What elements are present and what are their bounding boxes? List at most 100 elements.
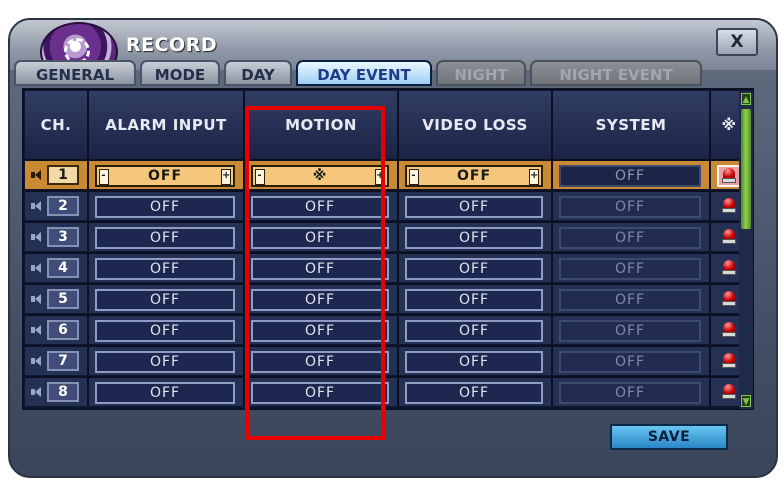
siren-button[interactable] <box>717 165 741 187</box>
system-field: OFF <box>559 351 701 373</box>
scrollbar[interactable]: ▲ ▼ <box>739 91 753 409</box>
speaker-icon <box>31 170 41 180</box>
cell-video-loss: OFF <box>399 190 553 220</box>
channel-number[interactable]: 1 <box>47 165 79 185</box>
cell-alarm-input: OFF <box>89 190 245 220</box>
table-row[interactable]: 3 OFF OFF OFF OFF <box>25 221 753 251</box>
video-loss-field[interactable]: OFF <box>405 227 543 249</box>
alarm-input-field[interactable]: OFF <box>95 351 235 373</box>
siren-icon <box>722 322 736 338</box>
field-value: OFF <box>458 230 490 246</box>
cell-system: OFF <box>553 221 711 251</box>
field-value: OFF <box>458 199 490 215</box>
channel-number[interactable]: 2 <box>47 196 79 216</box>
table-row[interactable]: 6 OFF OFF OFF OFF <box>25 314 753 344</box>
alarm-input-field[interactable]: OFF <box>95 382 235 404</box>
speaker-icon <box>31 325 41 335</box>
cell-video-loss: OFF <box>399 376 553 406</box>
channel-number[interactable]: 5 <box>47 289 79 309</box>
increment-button[interactable]: + <box>529 169 539 185</box>
field-value: OFF <box>149 230 181 246</box>
system-field: OFF <box>559 320 701 342</box>
channel-number[interactable]: 8 <box>47 382 79 402</box>
video-loss-field[interactable]: OFF <box>405 382 543 404</box>
table-row[interactable]: 4 OFF OFF OFF OFF <box>25 252 753 282</box>
video-loss-field[interactable]: OFF <box>405 196 543 218</box>
video-loss-field[interactable]: OFF <box>405 351 543 373</box>
siren-icon <box>722 229 736 245</box>
close-button[interactable]: X <box>716 28 758 56</box>
tab-day[interactable]: DAY <box>224 60 292 86</box>
siren-icon <box>722 168 736 184</box>
field-value: OFF <box>458 385 490 401</box>
tab-general[interactable]: GENERAL <box>14 60 136 86</box>
header-system: SYSTEM <box>553 91 711 159</box>
save-button[interactable]: SAVE <box>610 424 728 450</box>
alarm-input-field[interactable]: OFF - + <box>95 165 235 187</box>
field-value: OFF <box>458 323 490 339</box>
cell-video-loss: OFF <box>399 314 553 344</box>
decrement-button[interactable]: - <box>99 169 109 185</box>
cell-alarm-input: OFF <box>89 314 245 344</box>
field-value: OFF <box>149 199 181 215</box>
cell-alarm-input: OFF <box>89 283 245 313</box>
cell-system: OFF <box>553 345 711 375</box>
field-value: OFF <box>614 230 646 246</box>
cell-ch: 5 <box>25 283 89 313</box>
header-video-loss: VIDEO LOSS <box>399 91 553 159</box>
cell-alarm-input: OFF <box>89 221 245 251</box>
video-loss-field[interactable]: OFF - + <box>405 165 543 187</box>
scroll-thumb[interactable] <box>741 109 751 229</box>
alarm-input-field[interactable]: OFF <box>95 289 235 311</box>
channel-number[interactable]: 3 <box>47 227 79 247</box>
video-loss-field[interactable]: OFF <box>405 258 543 280</box>
video-loss-field[interactable]: OFF <box>405 320 543 342</box>
speaker-icon <box>31 232 41 242</box>
decrement-button[interactable]: - <box>409 169 419 185</box>
cell-alarm-input: OFF - + <box>89 159 245 189</box>
field-value: OFF <box>614 385 646 401</box>
increment-button[interactable]: + <box>221 169 231 185</box>
cell-video-loss: OFF <box>399 345 553 375</box>
cell-alarm-input: OFF <box>89 345 245 375</box>
channel-number[interactable]: 6 <box>47 320 79 340</box>
table-row[interactable]: 1 OFF - + ※ - + OFF - + OFF <box>25 159 753 189</box>
scroll-up-icon[interactable]: ▲ <box>741 93 751 105</box>
table-row[interactable]: 7 OFF OFF OFF OFF <box>25 345 753 375</box>
tab-mode[interactable]: MODE <box>140 60 220 86</box>
field-value: OFF <box>149 385 181 401</box>
video-loss-field[interactable]: OFF <box>405 289 543 311</box>
channel-number[interactable]: 7 <box>47 351 79 371</box>
field-value: OFF <box>458 354 490 370</box>
alarm-input-field[interactable]: OFF <box>95 258 235 280</box>
cell-video-loss: OFF <box>399 283 553 313</box>
system-field: OFF <box>559 227 701 249</box>
siren-icon <box>722 353 736 369</box>
tab-night: NIGHT <box>436 60 526 86</box>
system-field: OFF <box>559 165 701 187</box>
cell-ch: 3 <box>25 221 89 251</box>
cell-system: OFF <box>553 283 711 313</box>
cell-video-loss: OFF <box>399 221 553 251</box>
scroll-down-icon[interactable]: ▼ <box>741 395 751 407</box>
cell-ch: 1 <box>25 159 89 189</box>
table-row[interactable]: 5 OFF OFF OFF OFF <box>25 283 753 313</box>
record-table: CH. ALARM INPUT MOTION VIDEO LOSS SYSTEM ※ 1 OF… <box>22 88 754 410</box>
window-title: RECORD <box>126 34 218 56</box>
cell-system: OFF <box>553 376 711 406</box>
cell-video-loss: OFF - + <box>399 159 553 189</box>
cell-ch: 7 <box>25 345 89 375</box>
cell-system: OFF <box>553 252 711 282</box>
alarm-input-field[interactable]: OFF <box>95 196 235 218</box>
alarm-input-field[interactable]: OFF <box>95 320 235 342</box>
tab-day-event[interactable]: DAY EVENT <box>296 60 432 86</box>
header-ch: CH. <box>25 91 89 159</box>
field-value: OFF <box>458 292 490 308</box>
field-value: OFF <box>147 168 183 184</box>
alarm-input-field[interactable]: OFF <box>95 227 235 249</box>
field-value: OFF <box>458 261 490 277</box>
table-row[interactable]: 2 OFF OFF OFF OFF <box>25 190 753 220</box>
speaker-icon <box>31 356 41 366</box>
table-row[interactable]: 8 OFF OFF OFF OFF <box>25 376 753 406</box>
channel-number[interactable]: 4 <box>47 258 79 278</box>
